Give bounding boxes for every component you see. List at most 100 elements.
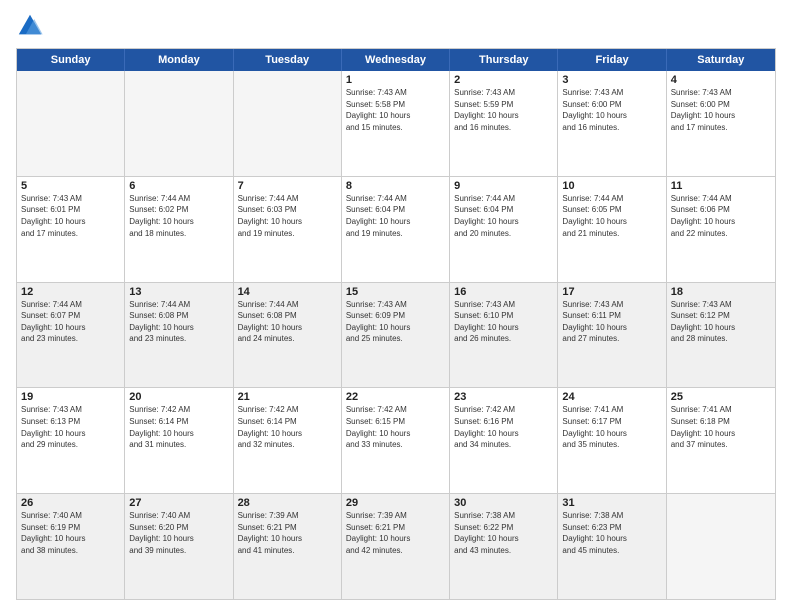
calendar-cell: 26Sunrise: 7:40 AM Sunset: 6:19 PM Dayli… <box>17 494 125 599</box>
calendar-cell: 15Sunrise: 7:43 AM Sunset: 6:09 PM Dayli… <box>342 283 450 388</box>
calendar-cell: 25Sunrise: 7:41 AM Sunset: 6:18 PM Dayli… <box>667 388 775 493</box>
calendar-cell: 20Sunrise: 7:42 AM Sunset: 6:14 PM Dayli… <box>125 388 233 493</box>
calendar-week-row: 1Sunrise: 7:43 AM Sunset: 5:58 PM Daylig… <box>17 71 775 177</box>
calendar-cell: 24Sunrise: 7:41 AM Sunset: 6:17 PM Dayli… <box>558 388 666 493</box>
calendar-cell: 6Sunrise: 7:44 AM Sunset: 6:02 PM Daylig… <box>125 177 233 282</box>
day-info: Sunrise: 7:39 AM Sunset: 6:21 PM Dayligh… <box>238 510 337 556</box>
calendar-header-cell: Tuesday <box>234 49 342 71</box>
day-info: Sunrise: 7:43 AM Sunset: 6:13 PM Dayligh… <box>21 404 120 450</box>
day-info: Sunrise: 7:44 AM Sunset: 6:08 PM Dayligh… <box>129 299 228 345</box>
logo <box>16 12 48 40</box>
calendar-cell: 19Sunrise: 7:43 AM Sunset: 6:13 PM Dayli… <box>17 388 125 493</box>
calendar-cell: 28Sunrise: 7:39 AM Sunset: 6:21 PM Dayli… <box>234 494 342 599</box>
day-info: Sunrise: 7:42 AM Sunset: 6:14 PM Dayligh… <box>238 404 337 450</box>
calendar-cell: 4Sunrise: 7:43 AM Sunset: 6:00 PM Daylig… <box>667 71 775 176</box>
logo-icon <box>16 12 44 40</box>
calendar-cell: 14Sunrise: 7:44 AM Sunset: 6:08 PM Dayli… <box>234 283 342 388</box>
day-number: 15 <box>346 286 445 298</box>
day-number: 20 <box>129 391 228 403</box>
day-number: 7 <box>238 180 337 192</box>
calendar-cell: 11Sunrise: 7:44 AM Sunset: 6:06 PM Dayli… <box>667 177 775 282</box>
day-info: Sunrise: 7:40 AM Sunset: 6:19 PM Dayligh… <box>21 510 120 556</box>
day-number: 6 <box>129 180 228 192</box>
day-info: Sunrise: 7:43 AM Sunset: 5:58 PM Dayligh… <box>346 87 445 133</box>
day-info: Sunrise: 7:44 AM Sunset: 6:07 PM Dayligh… <box>21 299 120 345</box>
calendar-header-cell: Friday <box>558 49 666 71</box>
day-number: 21 <box>238 391 337 403</box>
day-info: Sunrise: 7:43 AM Sunset: 6:01 PM Dayligh… <box>21 193 120 239</box>
day-number: 13 <box>129 286 228 298</box>
calendar-cell: 23Sunrise: 7:42 AM Sunset: 6:16 PM Dayli… <box>450 388 558 493</box>
day-number: 3 <box>562 74 661 86</box>
calendar-week-row: 19Sunrise: 7:43 AM Sunset: 6:13 PM Dayli… <box>17 388 775 494</box>
calendar-cell: 8Sunrise: 7:44 AM Sunset: 6:04 PM Daylig… <box>342 177 450 282</box>
day-info: Sunrise: 7:42 AM Sunset: 6:14 PM Dayligh… <box>129 404 228 450</box>
calendar-cell: 10Sunrise: 7:44 AM Sunset: 6:05 PM Dayli… <box>558 177 666 282</box>
day-info: Sunrise: 7:38 AM Sunset: 6:23 PM Dayligh… <box>562 510 661 556</box>
day-number: 11 <box>671 180 771 192</box>
day-number: 2 <box>454 74 553 86</box>
header <box>16 12 776 40</box>
calendar-cell: 27Sunrise: 7:40 AM Sunset: 6:20 PM Dayli… <box>125 494 233 599</box>
day-number: 24 <box>562 391 661 403</box>
day-number: 30 <box>454 497 553 509</box>
day-info: Sunrise: 7:42 AM Sunset: 6:15 PM Dayligh… <box>346 404 445 450</box>
day-info: Sunrise: 7:43 AM Sunset: 6:00 PM Dayligh… <box>562 87 661 133</box>
day-info: Sunrise: 7:43 AM Sunset: 6:00 PM Dayligh… <box>671 87 771 133</box>
day-number: 18 <box>671 286 771 298</box>
calendar-cell: 3Sunrise: 7:43 AM Sunset: 6:00 PM Daylig… <box>558 71 666 176</box>
day-info: Sunrise: 7:38 AM Sunset: 6:22 PM Dayligh… <box>454 510 553 556</box>
calendar-header-cell: Monday <box>125 49 233 71</box>
calendar-cell: 13Sunrise: 7:44 AM Sunset: 6:08 PM Dayli… <box>125 283 233 388</box>
calendar-body: 1Sunrise: 7:43 AM Sunset: 5:58 PM Daylig… <box>17 71 775 599</box>
day-number: 23 <box>454 391 553 403</box>
day-number: 28 <box>238 497 337 509</box>
day-info: Sunrise: 7:43 AM Sunset: 6:11 PM Dayligh… <box>562 299 661 345</box>
calendar-week-row: 5Sunrise: 7:43 AM Sunset: 6:01 PM Daylig… <box>17 177 775 283</box>
calendar-cell: 7Sunrise: 7:44 AM Sunset: 6:03 PM Daylig… <box>234 177 342 282</box>
calendar-cell: 18Sunrise: 7:43 AM Sunset: 6:12 PM Dayli… <box>667 283 775 388</box>
calendar-cell <box>125 71 233 176</box>
day-number: 5 <box>21 180 120 192</box>
day-info: Sunrise: 7:44 AM Sunset: 6:04 PM Dayligh… <box>454 193 553 239</box>
calendar-header-cell: Saturday <box>667 49 775 71</box>
calendar-cell: 30Sunrise: 7:38 AM Sunset: 6:22 PM Dayli… <box>450 494 558 599</box>
day-info: Sunrise: 7:44 AM Sunset: 6:02 PM Dayligh… <box>129 193 228 239</box>
day-info: Sunrise: 7:43 AM Sunset: 6:09 PM Dayligh… <box>346 299 445 345</box>
calendar-cell: 17Sunrise: 7:43 AM Sunset: 6:11 PM Dayli… <box>558 283 666 388</box>
calendar-cell: 1Sunrise: 7:43 AM Sunset: 5:58 PM Daylig… <box>342 71 450 176</box>
calendar-cell: 21Sunrise: 7:42 AM Sunset: 6:14 PM Dayli… <box>234 388 342 493</box>
day-info: Sunrise: 7:43 AM Sunset: 6:12 PM Dayligh… <box>671 299 771 345</box>
day-number: 1 <box>346 74 445 86</box>
calendar-header-row: SundayMondayTuesdayWednesdayThursdayFrid… <box>17 49 775 71</box>
day-number: 12 <box>21 286 120 298</box>
day-info: Sunrise: 7:42 AM Sunset: 6:16 PM Dayligh… <box>454 404 553 450</box>
day-number: 10 <box>562 180 661 192</box>
day-number: 31 <box>562 497 661 509</box>
day-info: Sunrise: 7:44 AM Sunset: 6:03 PM Dayligh… <box>238 193 337 239</box>
calendar-cell: 16Sunrise: 7:43 AM Sunset: 6:10 PM Dayli… <box>450 283 558 388</box>
day-info: Sunrise: 7:44 AM Sunset: 6:04 PM Dayligh… <box>346 193 445 239</box>
calendar-cell <box>17 71 125 176</box>
day-info: Sunrise: 7:41 AM Sunset: 6:17 PM Dayligh… <box>562 404 661 450</box>
calendar-header-cell: Wednesday <box>342 49 450 71</box>
day-info: Sunrise: 7:43 AM Sunset: 6:10 PM Dayligh… <box>454 299 553 345</box>
calendar-week-row: 12Sunrise: 7:44 AM Sunset: 6:07 PM Dayli… <box>17 283 775 389</box>
calendar-header-cell: Sunday <box>17 49 125 71</box>
calendar-header-cell: Thursday <box>450 49 558 71</box>
day-info: Sunrise: 7:43 AM Sunset: 5:59 PM Dayligh… <box>454 87 553 133</box>
calendar-cell: 2Sunrise: 7:43 AM Sunset: 5:59 PM Daylig… <box>450 71 558 176</box>
calendar: SundayMondayTuesdayWednesdayThursdayFrid… <box>16 48 776 600</box>
calendar-cell: 31Sunrise: 7:38 AM Sunset: 6:23 PM Dayli… <box>558 494 666 599</box>
day-info: Sunrise: 7:41 AM Sunset: 6:18 PM Dayligh… <box>671 404 771 450</box>
day-number: 29 <box>346 497 445 509</box>
calendar-cell <box>234 71 342 176</box>
day-info: Sunrise: 7:39 AM Sunset: 6:21 PM Dayligh… <box>346 510 445 556</box>
day-number: 17 <box>562 286 661 298</box>
day-number: 25 <box>671 391 771 403</box>
day-info: Sunrise: 7:44 AM Sunset: 6:05 PM Dayligh… <box>562 193 661 239</box>
day-number: 26 <box>21 497 120 509</box>
day-info: Sunrise: 7:44 AM Sunset: 6:08 PM Dayligh… <box>238 299 337 345</box>
day-number: 16 <box>454 286 553 298</box>
day-info: Sunrise: 7:44 AM Sunset: 6:06 PM Dayligh… <box>671 193 771 239</box>
